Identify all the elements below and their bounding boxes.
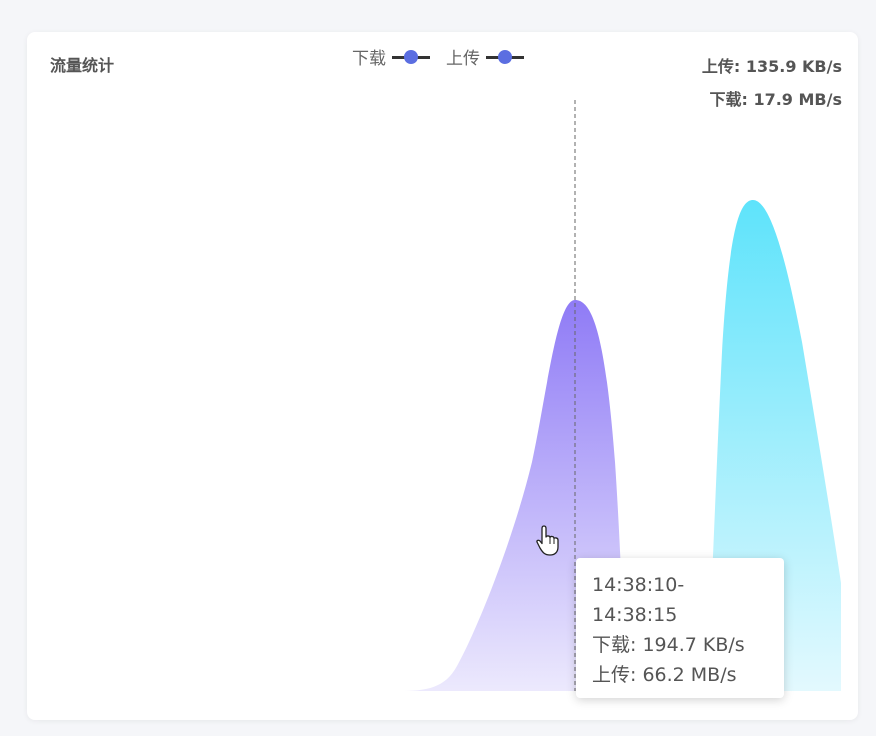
tooltip-time-range: 14:38:10-14:38:15 [592,574,685,626]
chart-tooltip: 14:38:10-14:38:15 下载: 194.7 KB/s 上传: 66.… [576,558,784,698]
tooltip-upload: 上传: 66.2 MB/s [592,664,737,686]
tooltip-download: 下载: 194.7 KB/s [592,634,745,656]
hand-pointer-cursor-icon [536,525,559,556]
traffic-stats-card: 流量统计 下载 上传 上传: 135.9 KB/s 下载: 17.9 MB/s [27,32,858,720]
